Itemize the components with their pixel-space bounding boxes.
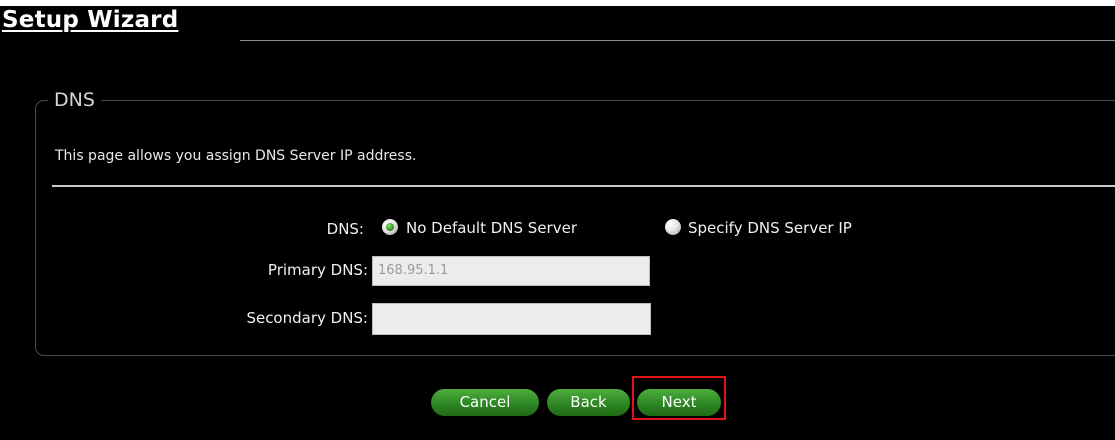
- section-description: This page allows you assign DNS Server I…: [55, 148, 417, 164]
- no-default-dns-radio[interactable]: [382, 219, 398, 235]
- dns-label: DNS:: [326, 220, 364, 238]
- secondary-dns-label: Secondary DNS:: [246, 309, 368, 327]
- specify-dns-radio[interactable]: [665, 219, 681, 235]
- next-button-highlight: [632, 376, 726, 420]
- secondary-dns-input[interactable]: [372, 303, 651, 335]
- primary-dns-input[interactable]: 168.95.1.1: [372, 256, 650, 286]
- no-default-dns-label[interactable]: No Default DNS Server: [406, 218, 577, 238]
- primary-dns-label: Primary DNS:: [267, 261, 368, 279]
- page-title: Setup Wizard: [2, 7, 179, 33]
- title-divider: [240, 40, 1115, 41]
- dns-legend: DNS: [48, 88, 101, 112]
- cancel-button[interactable]: Cancel: [431, 389, 539, 416]
- description-divider: [52, 185, 1115, 187]
- back-button[interactable]: Back: [547, 389, 630, 416]
- setup-wizard-page: Setup Wizard DNS This page allows you as…: [0, 0, 1115, 440]
- specify-dns-label[interactable]: Specify DNS Server IP: [688, 218, 852, 238]
- radio-selected-dot: [386, 223, 394, 231]
